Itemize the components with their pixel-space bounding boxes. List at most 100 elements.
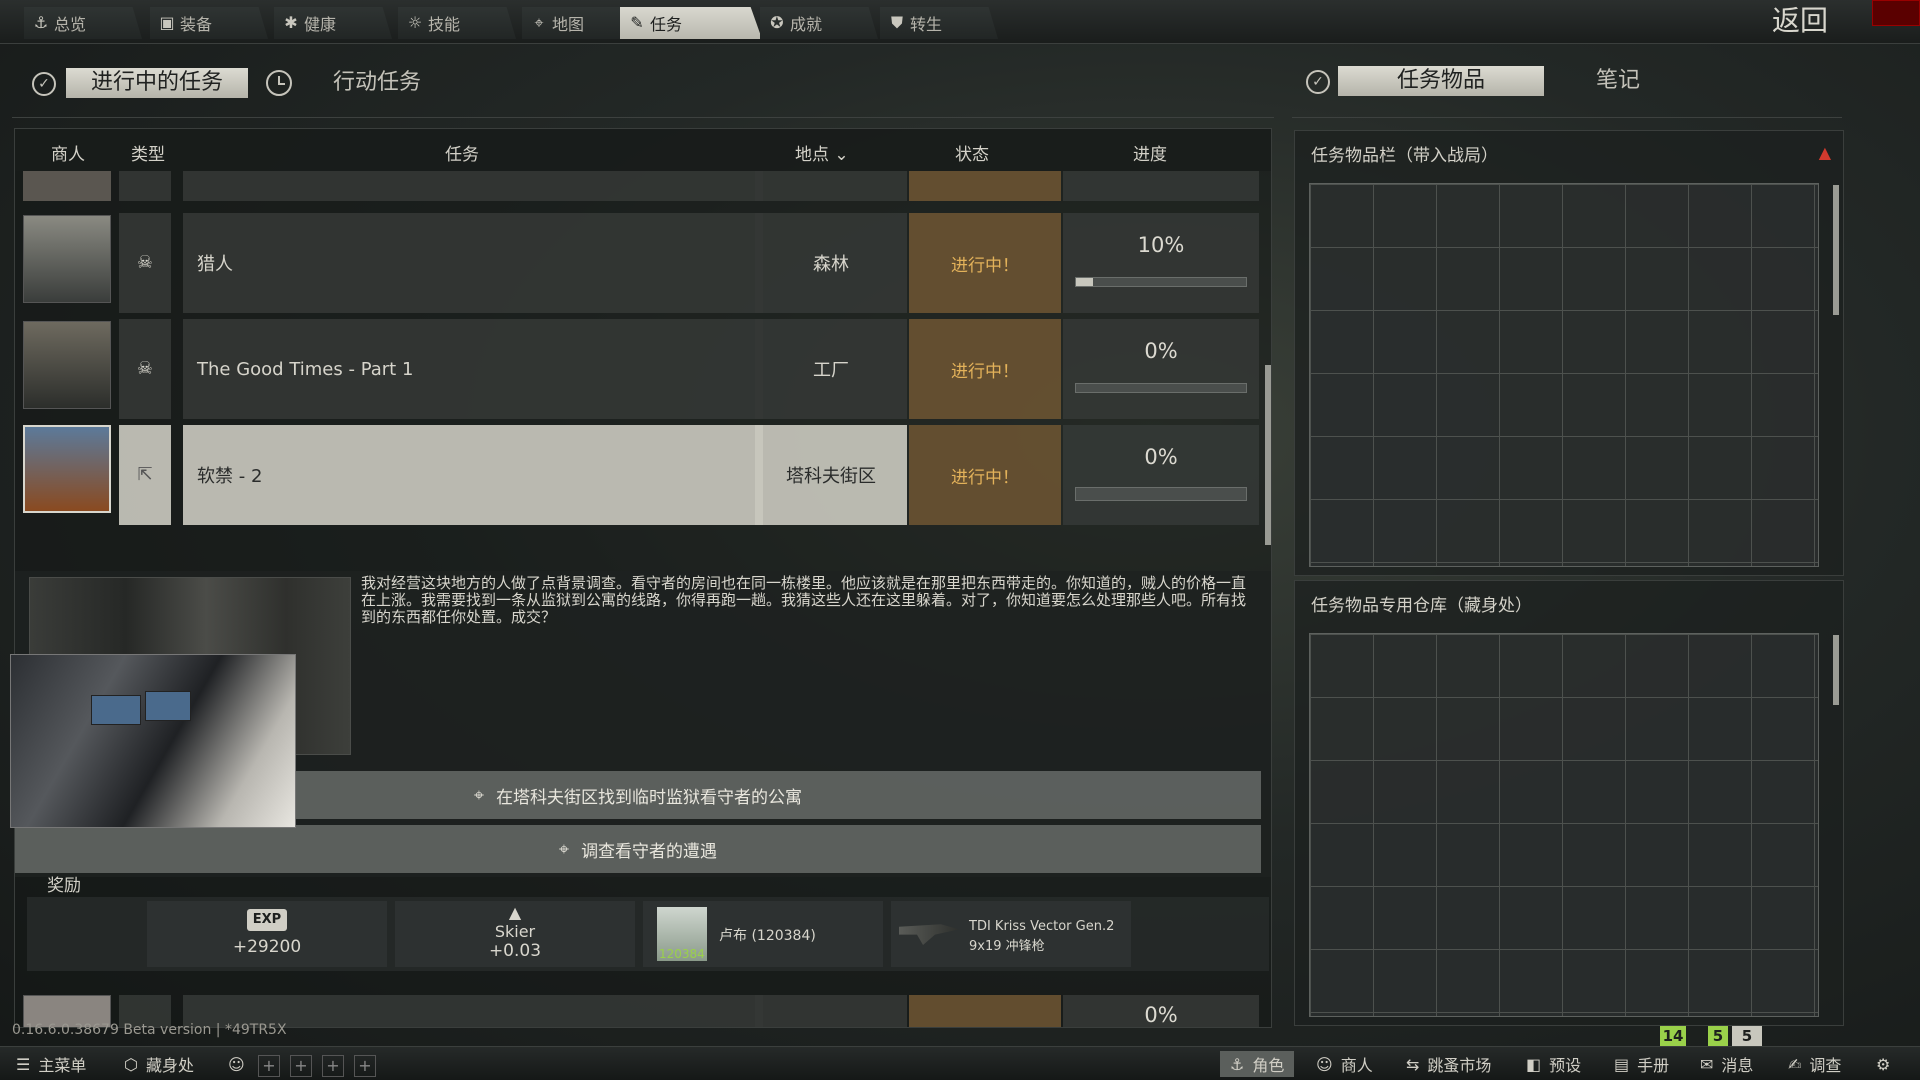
flea-market-icon: ⇆ [1406, 1054, 1420, 1074]
stash-grid[interactable] [1309, 183, 1819, 567]
col-type[interactable]: 类型 [131, 140, 165, 165]
reward-standing: ▲ Skier +0.03 [395, 901, 635, 967]
standing-value: +0.03 [488, 941, 542, 961]
presets-button[interactable]: ◧ 预设 [1526, 1051, 1581, 1077]
bottom-bar-label: 角色 [1252, 1056, 1285, 1075]
reward-item-weapon[interactable]: TDI Kriss Vector Gen.2 9x19 冲锋枪 [891, 901, 1131, 967]
location-cell [755, 171, 907, 201]
reward-item-roubles[interactable]: 120384 卢布 (120384) [643, 901, 883, 967]
quest-name: 软禁 - 2 [183, 425, 763, 525]
hideout-icon: ⬡ [124, 1054, 138, 1074]
survey-button[interactable]: ✍ 调查 [1788, 1051, 1841, 1077]
quest-status: 进行中！ [909, 213, 1061, 313]
overview-icon: ⚓ [33, 13, 49, 32]
progress-bar [1075, 487, 1247, 501]
col-trader[interactable]: 商人 [51, 140, 85, 165]
add-slot-button[interactable]: + [354, 1055, 376, 1077]
tab-overview[interactable]: ⚓ 总览 [24, 7, 142, 39]
sort-chevron-down-icon: ⌄ [834, 145, 849, 165]
top-navigation: ⚓ 总览 ▣ 装备 ✱ 健康 ☼ 技能 ⌖ 地图 ✎ 任务 ✪ 成就 ⛊ 转生 … [0, 0, 1920, 44]
tab-operational-tasks[interactable]: 行动任务 [312, 68, 442, 98]
quest-name: The Good Times - Part 1 [183, 319, 763, 419]
achievements-icon: ✪ [770, 13, 784, 32]
col-task[interactable]: 任务 [445, 140, 479, 165]
bottom-bar: ☰ 主菜单 ⬡ 藏身处 ☺ + + + + ⚓ 角色 ☺ 商人 ⇆ 跳蚤市场 ◧… [0, 1046, 1920, 1080]
storage-scrollbar[interactable] [1833, 635, 1839, 705]
stash-scrollbar[interactable] [1833, 185, 1839, 315]
quest-status: 进行中！ [909, 319, 1061, 419]
bottom-bar-label: 主菜单 [38, 1056, 87, 1075]
col-progress[interactable]: 进度 [1133, 140, 1167, 165]
tab-notes[interactable]: 笔记 [1578, 66, 1658, 96]
standing-trader: Skier [494, 922, 536, 941]
bottom-bar-label: 调查 [1809, 1056, 1842, 1075]
quest-location: 塔科夫街区 [755, 425, 907, 525]
tab-tasks[interactable]: ✎ 任务 [620, 7, 762, 39]
quest-location: 森林 [755, 213, 907, 313]
trader-portrait [23, 215, 111, 303]
counter-badge: 14 [1660, 1026, 1686, 1046]
tab-prestige[interactable]: ⛊ 转生 [880, 7, 998, 39]
messages-button[interactable]: ✉ 消息 [1700, 1051, 1753, 1077]
elimination-icon: ☠ [119, 319, 171, 419]
main-menu-button[interactable]: ☰ 主菜单 [16, 1051, 86, 1077]
tab-label: 总览 [54, 15, 87, 34]
quest-list-scrollbar[interactable] [1265, 365, 1271, 545]
tab-label: 健康 [304, 15, 337, 34]
add-slot-button[interactable]: + [290, 1055, 312, 1077]
tab-active-quests[interactable]: 进行中的任务 [66, 68, 248, 98]
type-cell [119, 171, 171, 201]
health-icon: ✱ [284, 13, 298, 32]
settings-gear-icon[interactable]: ⚙ [1876, 1051, 1890, 1077]
col-location[interactable]: 地点 ⌄ [795, 140, 849, 165]
webcam-overlay [10, 654, 296, 828]
progress-percent: 0% [1144, 445, 1178, 469]
character-button[interactable]: ⚓ 角色 [1220, 1051, 1295, 1077]
quests-header: ✓ 进行中的任务 行动任务 [12, 52, 1274, 118]
character-icon: ⚓ [1230, 1054, 1245, 1074]
tab-achievements[interactable]: ✪ 成就 [760, 7, 878, 39]
add-slot-button[interactable]: + [258, 1055, 280, 1077]
add-slot-button[interactable]: + [322, 1055, 344, 1077]
quest-progress: 0% [1063, 425, 1259, 525]
traders-button[interactable]: ☺ 商人 [1316, 1051, 1373, 1077]
progress-bar [1075, 383, 1247, 393]
quest-name: 猎人 [183, 213, 763, 313]
tab-health[interactable]: ✱ 健康 [274, 7, 392, 39]
version-label: 0.16.6.0.38679 Beta version | *49TR5X [12, 1022, 287, 1038]
quest-items-stash: 任务物品栏（带入战局） ▲ [1294, 130, 1844, 576]
profile-icon[interactable]: ☺ [228, 1051, 245, 1077]
tab-label: 成就 [790, 15, 823, 34]
task-cell [183, 171, 763, 201]
quest-description: 我对经营这块地方的人做了点背景调查。看守者的房间也在同一栋楼里。他应该就是在那里… [361, 574, 1247, 626]
tab-quest-items[interactable]: 任务物品 [1338, 66, 1544, 96]
progress-cell [1063, 171, 1259, 201]
item-name: TDI Kriss Vector Gen.2 [969, 919, 1115, 934]
warning-icon: ▲ [1818, 143, 1831, 162]
smg-icon [899, 924, 959, 945]
quest-items-storage: 任务物品专用仓库（藏身处） [1294, 580, 1844, 1026]
back-button[interactable]: 返回 [1760, 4, 1840, 38]
col-status[interactable]: 状态 [955, 140, 989, 165]
trader-portrait [23, 425, 111, 513]
standing-up-icon: ▲ [508, 903, 522, 922]
tab-gear[interactable]: ▣ 装备 [150, 7, 268, 39]
objective-text: 在塔科夫街区找到临时监狱看守者的公寓 [496, 787, 803, 808]
quest-progress: 0% [1063, 319, 1259, 419]
quest-status: 进行中！ [909, 425, 1061, 525]
objective-item[interactable]: ⌖ 调查看守者的遭遇 [15, 825, 1261, 873]
webcam-monitor [145, 691, 191, 721]
tab-skills[interactable]: ☼ 技能 [398, 7, 516, 39]
exp-value: +29200 [232, 937, 302, 957]
handbook-button[interactable]: ▤ 手册 [1614, 1051, 1669, 1077]
skills-icon: ☼ [407, 13, 423, 32]
status-cell [909, 995, 1061, 1027]
bottom-bar-label: 消息 [1721, 1056, 1754, 1075]
status-cell [909, 171, 1061, 201]
storage-grid[interactable] [1309, 633, 1819, 1017]
handbook-icon: ▤ [1614, 1054, 1630, 1074]
column-headers: 商人 类型 任务 地点 ⌄ 状态 进度 [15, 129, 1271, 171]
flea-market-button[interactable]: ⇆ 跳蚤市场 [1406, 1051, 1491, 1077]
hideout-button[interactable]: ⬡ 藏身处 [124, 1051, 194, 1077]
map-pin-icon: ⌖ [534, 13, 544, 32]
